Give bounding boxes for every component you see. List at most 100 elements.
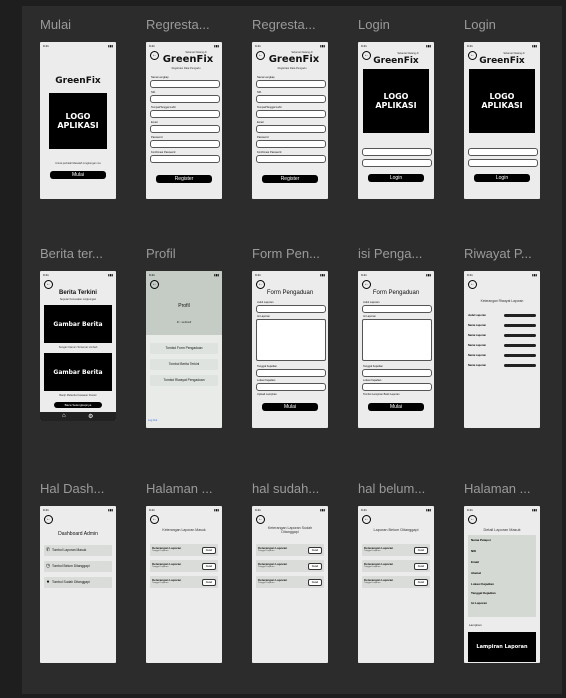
home-icon[interactable]: ⌂ (62, 413, 66, 419)
frame-title[interactable]: Form Pen... (252, 246, 344, 264)
title-input[interactable] (362, 305, 432, 313)
menu-sudah-ditanggapi[interactable]: ● Tombol Sudah Ditanggapi (44, 577, 112, 588)
date-input[interactable] (362, 369, 432, 377)
confirm-password-input[interactable] (150, 155, 220, 163)
frame-title[interactable]: isi Penga... (358, 246, 450, 264)
content-textarea[interactable] (256, 319, 326, 361)
frame-title[interactable]: Login (358, 17, 450, 35)
login-button[interactable]: Login (474, 174, 530, 182)
login-button[interactable]: Login (368, 174, 424, 182)
frame-title[interactable]: Hal Dash... (40, 481, 132, 499)
history-row[interactable]: Nama Laporan (468, 333, 536, 343)
submit-button[interactable]: Mulai (368, 403, 424, 411)
report-card[interactable]: Keterangan Laporan Tanggal Laporan Detail (362, 576, 430, 588)
back-arrow-icon[interactable]: ← (468, 280, 477, 289)
frame-title[interactable]: Halaman ... (464, 481, 556, 499)
password-input[interactable] (468, 159, 538, 167)
email-input[interactable] (150, 125, 220, 133)
news-image[interactable]: Gambar Berita (44, 305, 112, 343)
location-input[interactable] (256, 383, 326, 391)
register-button[interactable]: Register (262, 175, 318, 183)
content-textarea[interactable] (362, 319, 432, 361)
frame-title[interactable]: hal sudah... (252, 481, 344, 499)
brand-title: GreenFix (479, 56, 525, 66)
menu-berita-terkini[interactable]: Tombol Berita Terkini (150, 359, 218, 370)
frame-title[interactable]: Berita ter... (40, 246, 132, 264)
news-caption: Banjir Melanda Kawasan Pesisir (59, 394, 97, 397)
report-card[interactable]: Keterangan Laporan Tanggal Laporan Detail (362, 544, 430, 556)
submit-button[interactable]: Mulai (262, 403, 318, 411)
frame-title[interactable]: Regresta... (146, 17, 238, 35)
report-card[interactable]: Keterangan Laporan Tanggal Laporan Detail (256, 560, 324, 572)
read-more-button[interactable]: Baca Selengkapnya (54, 402, 102, 408)
frame-title[interactable]: Riwayat P... (464, 246, 556, 264)
attachment-image[interactable]: Lampiran Laporan (468, 632, 536, 662)
history-row[interactable]: Judul Laporan (468, 313, 536, 323)
password-input[interactable] (150, 140, 220, 148)
name-input[interactable] (150, 80, 220, 88)
history-row[interactable]: Nama Laporan (468, 363, 536, 373)
frame-title[interactable]: Profil (146, 246, 238, 264)
start-button[interactable]: Mulai (50, 171, 106, 179)
back-arrow-icon[interactable]: ← (256, 515, 265, 524)
back-arrow-icon[interactable]: ← (150, 515, 159, 524)
subtitle: Registrasi Data Pengadu (277, 67, 307, 70)
report-card[interactable]: Keterangan Laporan Tanggal Laporan Detail (150, 576, 218, 588)
username-input[interactable] (362, 148, 432, 156)
birth-input[interactable] (256, 110, 326, 118)
menu-riwayat-pengaduan[interactable]: Tombol Riwayat Pengaduan (150, 375, 218, 386)
back-arrow-icon[interactable]: ← (150, 280, 159, 289)
field-label: Judul Laporan (257, 301, 274, 304)
location-input[interactable] (362, 383, 432, 391)
detail-button: Detail (414, 547, 428, 554)
phone-screen: 9:41 ▮▮▮ ← Keterangan Laporan Masuk Keter… (146, 506, 222, 663)
field-label: Tempat/Tanggal Lahir (257, 106, 282, 109)
email-input[interactable] (256, 125, 326, 133)
nik-input[interactable] (256, 95, 326, 103)
date-input[interactable] (256, 369, 326, 377)
birth-input[interactable] (150, 110, 220, 118)
frame-title[interactable]: Login (464, 17, 556, 35)
logout-link[interactable]: Log Out (148, 419, 157, 422)
menu-belum-ditanggapi[interactable]: ◷ Tombol Belum Ditanggapi (44, 561, 112, 572)
page-heading: Keterangan Laporan Masuk (162, 528, 206, 532)
title-input[interactable] (256, 305, 326, 313)
back-arrow-icon[interactable]: ← (44, 280, 53, 289)
back-arrow-icon[interactable]: ← (362, 280, 371, 289)
page-heading: Form Pengaduan (372, 290, 420, 296)
report-card[interactable]: Keterangan Laporan Tanggal Laporan Detail (150, 544, 218, 556)
news-image[interactable]: Gambar Berita (44, 353, 112, 391)
menu-form-pengaduan[interactable]: Tombol Form Pengaduan (150, 343, 218, 354)
field-label: Isi Laporan (257, 315, 270, 318)
username-input[interactable] (468, 148, 538, 156)
back-arrow-icon[interactable]: ← (44, 515, 53, 524)
detail-panel: Nama Pelapor NIK Email Alamat Lokasi Kej… (468, 535, 536, 617)
password-input[interactable] (256, 140, 326, 148)
name-input[interactable] (256, 80, 326, 88)
history-row[interactable]: Nama Laporan (468, 323, 536, 333)
menu-laporan-masuk[interactable]: ✆ Tombol Laporan Masuk (44, 545, 112, 556)
report-card[interactable]: Keterangan Laporan Tanggal Laporan Detail (150, 560, 218, 572)
back-arrow-icon[interactable]: ← (362, 515, 371, 524)
back-arrow-icon[interactable]: ← (256, 280, 265, 289)
frame-title[interactable]: Mulai (40, 17, 132, 35)
report-card[interactable]: Keterangan Laporan Tanggal Laporan Detail (256, 544, 324, 556)
detail-field: Isi Laporan (471, 601, 488, 605)
report-card[interactable]: Keterangan Laporan Tanggal Laporan Detail (256, 576, 324, 588)
history-row[interactable]: Nama Laporan (468, 343, 536, 353)
field-label: Password (257, 136, 269, 139)
register-button[interactable]: Register (156, 175, 212, 183)
report-card[interactable]: Keterangan Laporan Tanggal Laporan Detail (362, 560, 430, 572)
detail-button: Detail (308, 547, 322, 554)
frame-title[interactable]: hal belum... (358, 481, 450, 499)
phone-screen: 9:41 ▮▮▮ ← Profil ID : asdfasdf Tombol Fo… (146, 271, 222, 428)
back-arrow-icon[interactable]: ← (468, 515, 477, 524)
frame-title[interactable]: Regresta... (252, 17, 344, 35)
confirm-password-input[interactable] (256, 155, 326, 163)
detail-button: Detail (414, 563, 428, 570)
frame-title[interactable]: Halaman ... (146, 481, 238, 499)
gear-icon[interactable]: ⚙ (88, 413, 93, 420)
history-row[interactable]: Nama Laporan (468, 353, 536, 363)
nik-input[interactable] (150, 95, 220, 103)
password-input[interactable] (362, 159, 432, 167)
